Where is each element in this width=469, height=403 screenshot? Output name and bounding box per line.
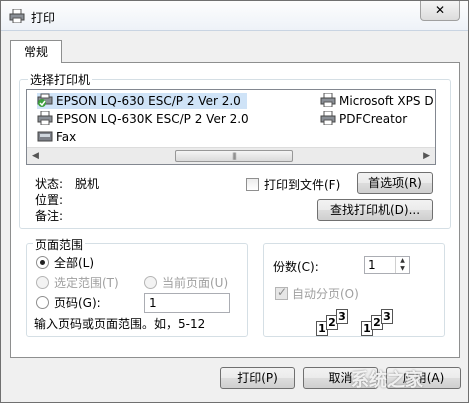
fax-icon <box>37 131 53 142</box>
status-value: 脱机 <box>75 177 100 191</box>
radio-pages[interactable] <box>36 296 49 309</box>
radio-all-label: 全部(L) <box>54 256 95 270</box>
printer-name: EPSON LQ-630K ESC/P 2 Ver 2.0 <box>56 112 249 126</box>
printer-icon <box>320 111 336 125</box>
preferences-button[interactable]: 首选项(R) <box>357 172 433 194</box>
printer-item-pdfcreator[interactable]: PDFCreator <box>320 111 407 127</box>
printer-icon <box>320 93 336 107</box>
window-title: 打印 <box>31 11 56 25</box>
radio-current-page[interactable] <box>144 276 157 289</box>
printer-name: PDFCreator <box>339 112 408 126</box>
printer-name: Fax <box>56 130 77 144</box>
scroll-right-icon[interactable]: ▶ <box>423 151 430 161</box>
collate-label: 自动分页(O) <box>292 287 359 301</box>
location-label: 位置: <box>35 193 64 207</box>
collate-checkbox[interactable]: ✓ <box>275 285 288 300</box>
printer-icon <box>9 9 25 23</box>
collate-pages-icon-1: 1 2 3 <box>316 309 350 339</box>
print-dialog: 打印 ✕ 常规 选择打印机 EPSON LQ-630 ESC/P 2 Ver 2… <box>0 0 469 403</box>
comment-label: 备注: <box>35 209 64 223</box>
radio-selection-label: 选定范围(T) <box>54 276 119 290</box>
print-to-file-label: 打印到文件(F) <box>264 178 341 192</box>
pages-input[interactable]: 1 <box>144 293 230 313</box>
printer-icon <box>37 111 53 125</box>
collate-page: 3 <box>381 309 393 324</box>
print-to-file-checkbox[interactable] <box>246 178 259 191</box>
tab-general[interactable]: 常规 <box>10 40 62 63</box>
printer-group-legend: 选择打印机 <box>28 71 93 88</box>
find-printer-button[interactable]: 查找打印机(D)... <box>317 199 433 221</box>
spin-down-icon[interactable]: ▼ <box>395 265 409 273</box>
default-printer-icon <box>37 93 53 107</box>
radio-current-page-label: 当前页面(U) <box>162 276 229 290</box>
collate-page: 3 <box>336 309 348 324</box>
print-button[interactable]: 打印(P) <box>220 367 295 389</box>
printer-item-epson-630[interactable]: EPSON LQ-630 ESC/P 2 Ver 2.0 <box>37 93 247 109</box>
radio-selection[interactable] <box>36 276 49 289</box>
title-bar: 打印 ✕ <box>1 1 468 31</box>
scroll-left-icon[interactable]: ◀ <box>32 151 39 161</box>
close-icon: ✕ <box>434 3 446 17</box>
printer-name: Microsoft XPS D <box>339 94 434 108</box>
copies-value: 1 <box>368 258 376 272</box>
copies-label: 份数(C): <box>273 260 319 274</box>
checkmark-icon: ✓ <box>277 285 288 299</box>
page-range-hint: 输入页码或页面范围。如，5-12 <box>34 317 206 331</box>
watermark-text: 系统之家 <box>351 370 423 391</box>
close-button[interactable]: ✕ <box>420 1 460 21</box>
status-label: 状态: <box>35 177 64 191</box>
page-range-legend: 页面范围 <box>33 236 86 253</box>
collate-pages-icon-2: 1 2 3 <box>361 309 395 339</box>
horizontal-scrollbar[interactable]: ◀ ||| ▶ <box>27 147 435 164</box>
radio-pages-label: 页码(G): <box>54 296 101 310</box>
radio-all[interactable] <box>36 256 49 269</box>
printer-item-epson-630k[interactable]: EPSON LQ-630K ESC/P 2 Ver 2.0 <box>37 111 249 127</box>
scrollbar-thumb[interactable]: ||| <box>175 150 293 162</box>
printer-list[interactable]: EPSON LQ-630 ESC/P 2 Ver 2.0 Microsoft X… <box>26 89 436 165</box>
printer-item-fax[interactable]: Fax <box>37 129 76 145</box>
printer-item-xps[interactable]: Microsoft XPS D <box>320 93 434 109</box>
spin-up-icon[interactable]: ▲ <box>395 257 409 265</box>
printer-name: EPSON LQ-630 ESC/P 2 Ver 2.0 <box>56 94 241 108</box>
copies-stepper[interactable]: 1 ▲ ▼ <box>364 256 410 274</box>
